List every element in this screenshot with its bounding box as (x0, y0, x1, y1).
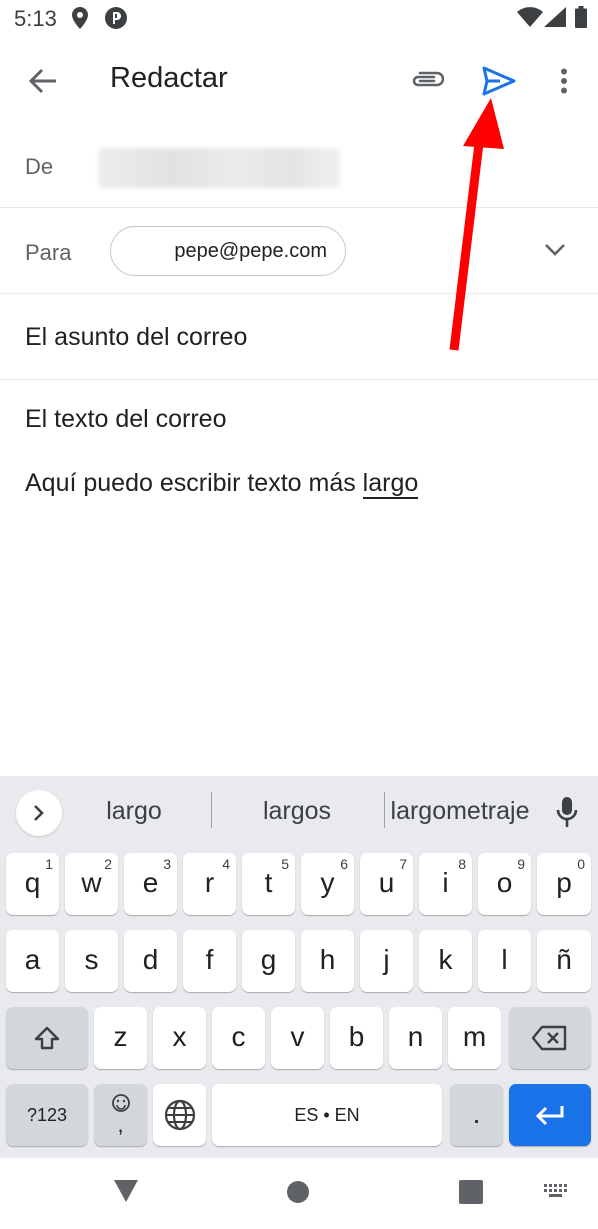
recipient-chip-text: pepe@pepe.com (174, 240, 327, 262)
key-m[interactable]: m (448, 1007, 501, 1069)
key-o[interactable]: o9 (478, 853, 531, 915)
status-time: 5:13 (14, 6, 57, 31)
send-icon (482, 66, 516, 96)
key-enye[interactable]: ñ (537, 930, 591, 992)
backspace-icon (532, 1025, 567, 1051)
key-e[interactable]: e3 (124, 853, 177, 915)
nav-home-icon[interactable] (286, 1180, 310, 1204)
voice-input-button[interactable] (552, 794, 582, 830)
key-n[interactable]: n (389, 1007, 442, 1069)
key-z[interactable]: z (94, 1007, 147, 1069)
to-label: Para (25, 240, 72, 265)
wifi-icon (517, 7, 543, 27)
key-y[interactable]: y6 (301, 853, 354, 915)
recipient-chip[interactable]: pepe@pepe.com (110, 226, 346, 276)
key-l[interactable]: l (478, 930, 531, 992)
suggestion-3[interactable]: largometraje (384, 797, 536, 826)
nav-recents-icon[interactable] (459, 1180, 483, 1204)
chevron-down-icon (545, 244, 565, 256)
app-notification-icon (105, 7, 127, 29)
emoji-key[interactable]: , (94, 1084, 147, 1146)
enter-key[interactable] (509, 1084, 591, 1146)
send-button[interactable] (478, 60, 520, 102)
back-button[interactable] (22, 60, 64, 102)
signal-icon (544, 7, 566, 27)
body-line-1[interactable]: El texto del correo (25, 405, 227, 434)
key-u[interactable]: u7 (360, 853, 413, 915)
subject-row[interactable]: El asunto del correo (0, 294, 598, 380)
key-w[interactable]: w2 (65, 853, 118, 915)
from-row: De (0, 122, 598, 208)
location-icon (72, 7, 88, 29)
navigation-bar (0, 1158, 598, 1229)
key-t[interactable]: t5 (242, 853, 295, 915)
key-c[interactable]: c (212, 1007, 265, 1069)
expand-recipients-button[interactable] (540, 238, 570, 262)
shift-key[interactable] (6, 1007, 88, 1069)
key-s[interactable]: s (65, 930, 118, 992)
space-key[interactable]: ES • EN (212, 1084, 442, 1146)
keyboard-menu-button[interactable] (16, 790, 62, 836)
key-g[interactable]: g (242, 930, 295, 992)
nav-back-icon[interactable] (112, 1178, 140, 1204)
back-arrow-icon (29, 68, 56, 94)
period-key[interactable]: . (450, 1084, 503, 1146)
symbols-key[interactable]: ?123 (6, 1084, 88, 1146)
globe-icon (164, 1099, 195, 1131)
subject-field[interactable]: El asunto del correo (25, 323, 247, 352)
language-key[interactable] (153, 1084, 206, 1146)
suggestion-1[interactable]: largo (70, 797, 198, 826)
key-p[interactable]: p0 (537, 853, 591, 915)
more-options-button[interactable] (546, 60, 582, 102)
page-title: Redactar (110, 62, 228, 94)
composing-word: largo (362, 469, 419, 499)
key-j[interactable]: j (360, 930, 413, 992)
more-vert-icon (561, 68, 567, 94)
mic-icon (556, 797, 578, 827)
attach-icon (412, 71, 444, 87)
key-d[interactable]: d (124, 930, 177, 992)
key-v[interactable]: v (271, 1007, 324, 1069)
key-h[interactable]: h (301, 930, 354, 992)
suggestion-divider (211, 792, 212, 828)
body-line-2[interactable]: Aquí puedo escribir texto más largo (25, 469, 419, 499)
key-x[interactable]: x (153, 1007, 206, 1069)
attach-button[interactable] (404, 60, 450, 102)
suggestion-2[interactable]: largos (220, 797, 374, 826)
key-f[interactable]: f (183, 930, 236, 992)
shift-icon (34, 1026, 60, 1050)
key-k[interactable]: k (419, 930, 472, 992)
backspace-key[interactable] (509, 1007, 591, 1069)
to-row: Para pepe@pepe.com (0, 208, 598, 294)
suggestion-bar: largo largos largometraje (0, 776, 598, 846)
keyboard-switch-icon[interactable] (544, 1184, 570, 1198)
keyboard: largo largos largometraje q1 w2 e3 r4 t5… (0, 776, 598, 1158)
from-label: De (25, 154, 54, 179)
enter-icon (535, 1106, 564, 1126)
key-r[interactable]: r4 (183, 853, 236, 915)
key-a[interactable]: a (6, 930, 59, 992)
body-line-2-text: Aquí puedo escribir texto más (25, 469, 363, 497)
comma-char: , (117, 1112, 124, 1137)
battery-icon (575, 6, 587, 28)
status-bar: 5:13 (0, 0, 598, 40)
app-bar: Redactar (0, 40, 598, 120)
from-address-redacted[interactable] (98, 148, 340, 188)
key-b[interactable]: b (330, 1007, 383, 1069)
key-q[interactable]: q1 (6, 853, 59, 915)
emoji-icon (112, 1094, 130, 1112)
key-i[interactable]: i8 (419, 853, 472, 915)
chevron-right-icon (34, 805, 44, 821)
